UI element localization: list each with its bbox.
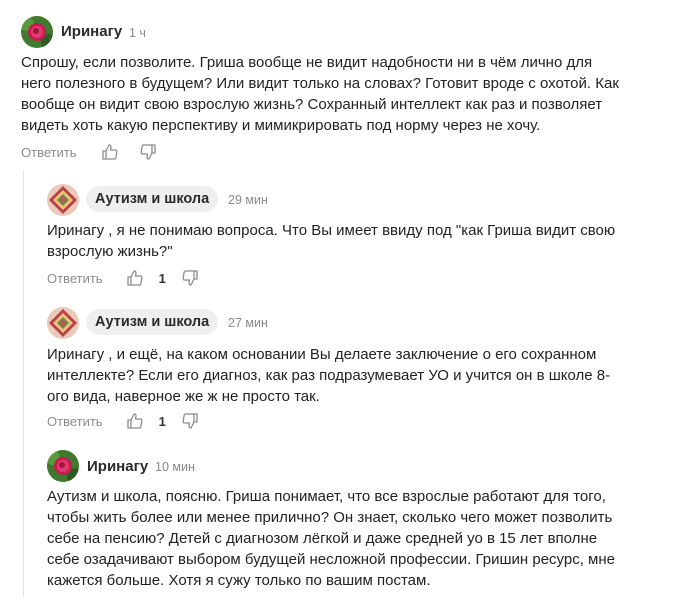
like-count: 1 [158,413,166,429]
comment-text: Спрошу, если позволите. Гриша вообще не … [21,54,619,134]
avatar-rose-icon[interactable] [21,16,53,48]
comment-time: 1 ч [129,26,146,40]
comment-actions: Ответить 1 [47,268,199,288]
reply-comment: Иринагу 10 мин Аутизм и школа, поясню. Г… [0,438,679,597]
thumbs-down-icon[interactable] [181,269,199,287]
comment-text: Иринагу , я не понимаю вопроса. Что Вы и… [47,222,616,260]
comment-author[interactable]: Иринагу [87,458,148,475]
comment-time: 27 мин [228,316,268,330]
reply-button[interactable]: Ответить [47,414,103,429]
reply-comment: Аутизм и школа 27 мин Иринагу , и ещё, н… [0,295,679,438]
comment-author[interactable]: Аутизм и школа [86,309,219,335]
reply-comment: Аутизм и школа 29 мин Иринагу , я не пон… [0,170,679,295]
thumbs-down-icon[interactable] [139,143,157,161]
comment-text: Иринагу , и ещё, на каком основании Вы д… [47,346,611,405]
comment-actions: Ответить [21,142,157,162]
comment-actions: Ответить 1 [47,411,199,431]
thumbs-up-icon[interactable] [126,412,144,430]
comment-author[interactable]: Аутизм и школа [86,186,219,212]
avatar-diamond-icon[interactable] [47,184,79,216]
comment-text: Аутизм и школа, поясню. Гриша понимает, … [47,488,615,589]
comment: Иринагу 1 ч Спрошу, если позволите. Гриш… [0,0,679,170]
thumbs-down-icon[interactable] [181,412,199,430]
comment-time: 10 мин [155,460,195,474]
comment-time: 29 мин [228,193,268,207]
thumbs-up-icon[interactable] [101,143,119,161]
avatar-rose-icon[interactable] [47,450,79,482]
reply-button[interactable]: Ответить [21,145,77,160]
thumbs-up-icon[interactable] [126,269,144,287]
like-count: 1 [158,270,166,286]
avatar-diamond-icon[interactable] [47,307,79,339]
comment-author[interactable]: Иринагу [61,23,122,40]
reply-button[interactable]: Ответить [47,271,103,286]
